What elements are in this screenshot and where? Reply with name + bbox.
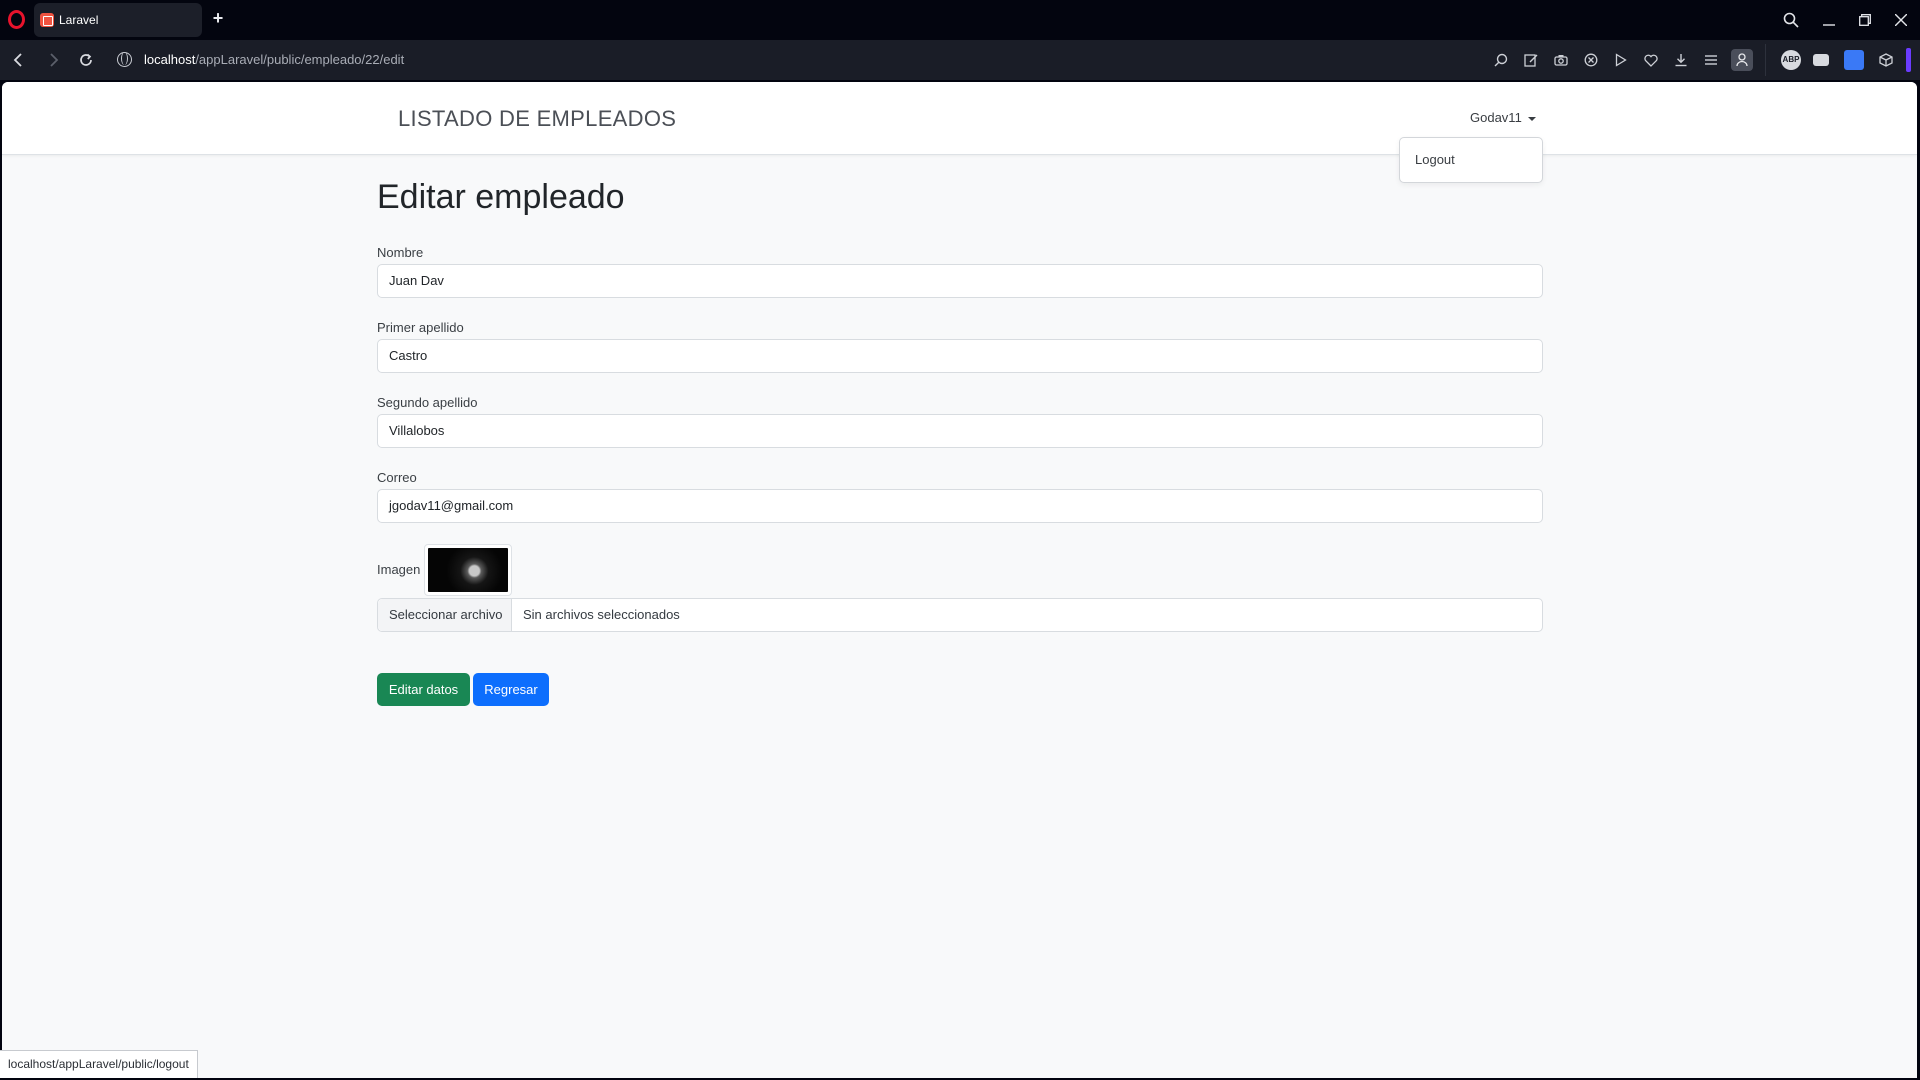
tab-laravel[interactable]: Laravel xyxy=(34,3,202,37)
url-host: localhost xyxy=(144,52,196,67)
select-file-button[interactable]: Seleccionar archivo xyxy=(378,599,512,631)
caret-down-icon xyxy=(1527,116,1536,121)
download-icon[interactable] xyxy=(1671,50,1691,70)
tab-title: Laravel xyxy=(59,13,99,27)
laravel-favicon-icon xyxy=(40,13,54,27)
reload-icon[interactable] xyxy=(74,48,98,72)
primer-apellido-input[interactable]: Castro xyxy=(377,339,1543,373)
nombre-input[interactable]: Juan Dav xyxy=(377,264,1543,298)
user-dropdown-toggle[interactable]: Godav11 xyxy=(1470,110,1536,125)
user-dropdown-menu: Logout xyxy=(1399,137,1543,183)
search-in-page-icon[interactable] xyxy=(1491,50,1511,70)
page-viewport: LISTADO DE EMPLEADOS Godav11 Logout Edit… xyxy=(2,82,1917,1078)
extensions-cube-icon[interactable] xyxy=(1876,50,1896,70)
logout-link[interactable]: Logout xyxy=(1415,152,1455,167)
user-name: Godav11 xyxy=(1470,110,1522,125)
opera-logo-icon[interactable] xyxy=(8,10,25,29)
url-field[interactable]: localhost/appLaravel/public/empleado/22/… xyxy=(144,52,404,67)
employee-photo-thumbnail xyxy=(424,544,512,596)
back-icon[interactable] xyxy=(6,48,30,72)
heart-icon[interactable] xyxy=(1641,50,1661,70)
search-tabs-icon[interactable] xyxy=(1777,6,1805,34)
tab-bar: Laravel + xyxy=(0,0,1920,40)
sidebar-accent-bar[interactable] xyxy=(1906,48,1911,72)
submit-edit-button[interactable]: Editar datos xyxy=(377,673,470,706)
site-info-globe-icon[interactable] xyxy=(117,52,132,67)
camera-icon[interactable] xyxy=(1551,50,1571,70)
restore-icon[interactable] xyxy=(1851,6,1879,34)
correo-input[interactable]: jgodav11@gmail.com xyxy=(377,489,1543,523)
player-icon[interactable] xyxy=(1611,50,1631,70)
imagen-file-input[interactable]: Seleccionar archivo Sin archivos selecci… xyxy=(377,598,1543,632)
abp-extension-icon[interactable]: ABP xyxy=(1781,50,1801,70)
url-path: /appLaravel/public/empleado/22/edit xyxy=(195,52,405,67)
back-button[interactable]: Regresar xyxy=(473,673,549,706)
app-navbar: LISTADO DE EMPLEADOS Godav11 xyxy=(2,82,1917,155)
wallet-extension-icon[interactable] xyxy=(1813,54,1829,66)
employee-photo xyxy=(428,548,508,592)
close-window-icon[interactable] xyxy=(1887,6,1915,34)
status-url-tooltip: localhost/appLaravel/public/logout xyxy=(0,1050,198,1078)
segundo-apellido-label: Segundo apellido xyxy=(377,395,478,410)
edit-note-icon[interactable] xyxy=(1521,50,1541,70)
profile-icon[interactable] xyxy=(1731,49,1753,71)
primer-apellido-label: Primer apellido xyxy=(377,320,464,335)
adblock-shield-icon[interactable] xyxy=(1581,50,1601,70)
new-tab-button[interactable]: + xyxy=(208,8,228,28)
translate-extension-icon[interactable] xyxy=(1844,50,1864,70)
nombre-label: Nombre xyxy=(377,245,424,260)
page-title: Editar empleado xyxy=(377,178,625,216)
toolbar-divider xyxy=(1765,44,1766,76)
forward-icon[interactable] xyxy=(42,48,66,72)
navbar-brand[interactable]: LISTADO DE EMPLEADOS xyxy=(398,106,676,132)
segundo-apellido-input[interactable]: Villalobos xyxy=(377,414,1543,448)
correo-label: Correo xyxy=(377,470,417,485)
easy-setup-menu-icon[interactable] xyxy=(1701,50,1721,70)
imagen-label: Imagen xyxy=(377,562,421,577)
file-status-text: Sin archivos seleccionados xyxy=(523,607,680,622)
minimize-icon[interactable] xyxy=(1815,6,1843,34)
